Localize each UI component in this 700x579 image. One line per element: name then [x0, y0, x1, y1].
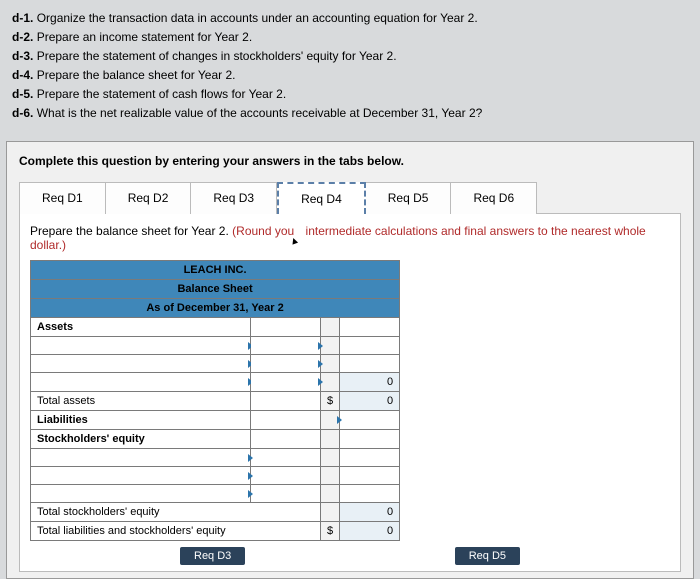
cell-input[interactable] — [31, 467, 251, 485]
question-text: Prepare the statement of changes in stoc… — [37, 49, 397, 63]
cell-input[interactable] — [251, 449, 321, 467]
row-label-stockholders-equity: Stockholders' equity — [31, 430, 251, 449]
table-row: Total assets $0 — [31, 392, 400, 411]
question-id: d-4. — [12, 68, 33, 82]
table-row — [31, 467, 400, 485]
question-text: Organize the transaction data in account… — [37, 11, 478, 25]
table-row: Total stockholders' equity 0 — [31, 503, 400, 522]
cell-input[interactable] — [340, 449, 400, 467]
row-label-total-liab-se: Total liabilities and stockholders' equi… — [31, 522, 321, 541]
cell-input[interactable] — [340, 318, 400, 337]
cell-value: 0 — [340, 373, 400, 392]
tabs-bar: Req D1 Req D2 Req D3 Req D4 Req D5 Req D… — [19, 182, 681, 214]
tab-req-d6[interactable]: Req D6 — [451, 182, 537, 214]
table-row: Stockholders' equity — [31, 430, 400, 449]
answer-panel: Complete this question by entering your … — [6, 141, 694, 579]
question-id: d-6. — [12, 106, 33, 120]
cell-input[interactable] — [31, 337, 251, 355]
table-row: 0 — [31, 373, 400, 392]
cell-input[interactable] — [340, 485, 400, 503]
cell-input[interactable] — [251, 430, 321, 449]
question-text: Prepare the statement of cash flows for … — [37, 87, 286, 101]
next-button[interactable]: Req D5 — [455, 547, 520, 565]
tab-req-d3[interactable]: Req D3 — [191, 182, 277, 214]
table-row — [31, 355, 400, 373]
sheet-title: Balance Sheet — [31, 280, 400, 299]
cell-input[interactable] — [31, 485, 251, 503]
tab-description: Prepare the balance sheet for Year 2. (R… — [30, 224, 670, 252]
cell-input[interactable] — [340, 411, 400, 430]
question-id: d-5. — [12, 87, 33, 101]
cell-input[interactable] — [251, 485, 321, 503]
table-row: Total liabilities and stockholders' equi… — [31, 522, 400, 541]
row-label-total-se: Total stockholders' equity — [31, 503, 321, 522]
cell-input[interactable] — [31, 449, 251, 467]
cell-input[interactable] — [340, 430, 400, 449]
tab-req-d5[interactable]: Req D5 — [366, 182, 452, 214]
question-text: Prepare an income statement for Year 2. — [37, 30, 252, 44]
balance-sheet-table: LEACH INC. Balance Sheet As of December … — [30, 260, 400, 541]
table-row — [31, 485, 400, 503]
tab-req-d2[interactable]: Req D2 — [106, 182, 192, 214]
cell-value: 0 — [340, 503, 400, 522]
currency-symbol: $ — [321, 522, 340, 541]
currency-symbol: $ — [321, 392, 340, 411]
cell-value: 0 — [340, 392, 400, 411]
cell-input[interactable] — [251, 337, 321, 355]
table-row: Assets — [31, 318, 400, 337]
cell-input[interactable] — [251, 392, 321, 411]
row-label-assets: Assets — [31, 318, 251, 337]
question-list: d-1. Organize the transaction data in ac… — [0, 0, 700, 135]
cell-input[interactable] — [340, 467, 400, 485]
tab-req-d4[interactable]: Req D4 — [277, 182, 366, 214]
table-row: Liabilities — [31, 411, 400, 430]
tab-body: Prepare the balance sheet for Year 2. (R… — [19, 213, 681, 572]
cell-input[interactable] — [251, 411, 321, 430]
row-label-total-assets: Total assets — [31, 392, 251, 411]
pager: Req D3 Req D5 — [180, 547, 520, 565]
cell-input[interactable] — [340, 355, 400, 373]
question-id: d-3. — [12, 49, 33, 63]
cell-input[interactable] — [340, 337, 400, 355]
cell-input[interactable] — [251, 373, 321, 392]
cell-value: 0 — [340, 522, 400, 541]
cell-input[interactable] — [31, 355, 251, 373]
tab-req-d1[interactable]: Req D1 — [19, 182, 106, 214]
question-id: d-2. — [12, 30, 33, 44]
question-text: What is the net realizable value of the … — [37, 106, 483, 120]
table-row — [31, 449, 400, 467]
cell-input[interactable] — [251, 355, 321, 373]
cell-input[interactable] — [251, 318, 321, 337]
question-text: Prepare the balance sheet for Year 2. — [37, 68, 236, 82]
table-row — [31, 337, 400, 355]
sheet-company: LEACH INC. — [31, 261, 400, 280]
instruction-text: Complete this question by entering your … — [19, 154, 681, 168]
cell-input[interactable] — [251, 467, 321, 485]
question-id: d-1. — [12, 11, 33, 25]
prev-button[interactable]: Req D3 — [180, 547, 245, 565]
cell-input[interactable] — [31, 373, 251, 392]
row-label-liabilities: Liabilities — [31, 411, 251, 430]
sheet-asof: As of December 31, Year 2 — [31, 299, 400, 318]
